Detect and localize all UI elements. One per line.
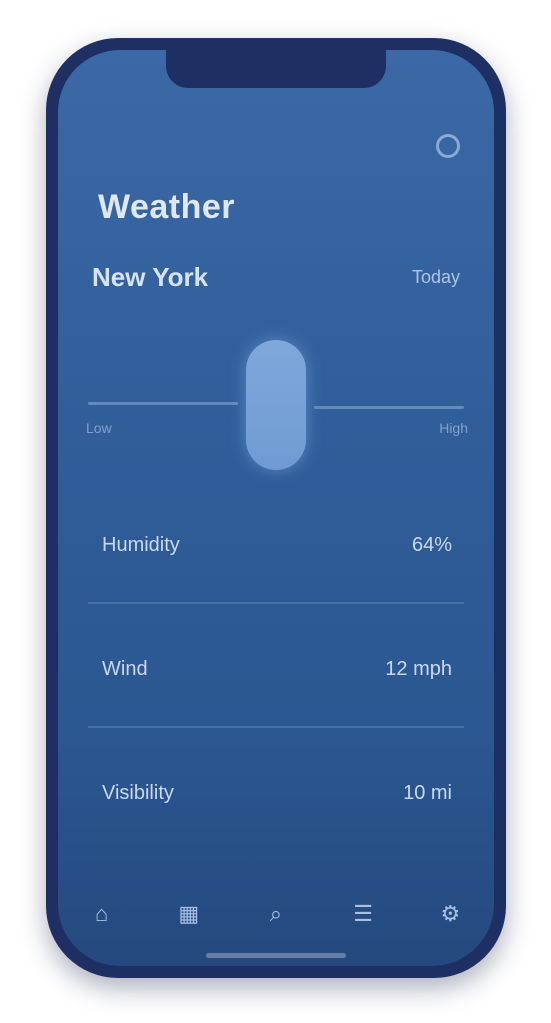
visibility-row[interactable]: Visibility 10 mi [102, 782, 452, 805]
info-icon[interactable] [436, 134, 460, 158]
humidity-label: Humidity [102, 534, 180, 556]
gear-icon: ⚙ [440, 901, 461, 926]
humidity-row[interactable]: Humidity 64% [102, 534, 452, 557]
dial-right-line [314, 406, 464, 409]
phone-frame: Weather New York Today Low High Humidity… [46, 38, 506, 978]
location-row: New York Today [92, 262, 460, 293]
temperature-dial: Low High [58, 340, 494, 480]
map-icon: ▦ [178, 901, 200, 926]
separator [88, 602, 464, 604]
tab-home[interactable]: ⌂ [78, 890, 126, 938]
wind-label: Wind [102, 658, 148, 680]
notch [166, 50, 386, 88]
tab-settings[interactable]: ⚙ [426, 890, 474, 938]
humidity-value: 64% [411, 534, 452, 556]
dial-knob[interactable] [246, 340, 306, 470]
tab-bar: ⌂ ▦ ⌕ ☰ ⚙ [58, 884, 494, 944]
wind-row[interactable]: Wind 12 mph [102, 658, 452, 681]
tab-map[interactable]: ▦ [165, 890, 213, 938]
dial-low-label: Low [86, 420, 112, 436]
separator [88, 726, 464, 728]
home-icon: ⌂ [94, 901, 109, 926]
visibility-value: 10 mi [403, 782, 452, 804]
visibility-label: Visibility [102, 782, 174, 804]
wind-value: 12 mph [385, 658, 452, 680]
home-indicator [206, 953, 346, 958]
phone-screen: Weather New York Today Low High Humidity… [58, 50, 494, 966]
list-icon: ☰ [353, 901, 374, 926]
dial-left-line [88, 402, 238, 405]
tab-list[interactable]: ☰ [339, 890, 387, 938]
dial-high-label: High [439, 420, 468, 436]
date-label[interactable]: Today [412, 267, 460, 288]
page-title: Weather [98, 188, 236, 226]
search-icon: ⌕ [269, 901, 283, 926]
location-label: New York [92, 262, 209, 292]
tab-search[interactable]: ⌕ [252, 890, 300, 938]
